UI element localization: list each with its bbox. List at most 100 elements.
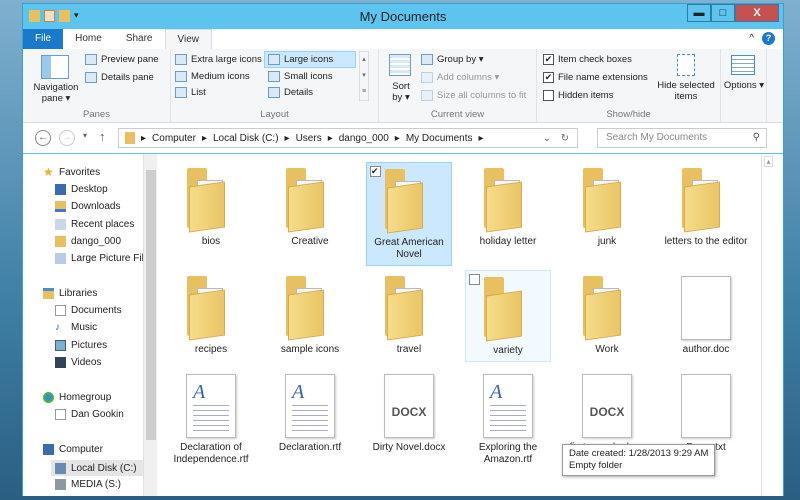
file-name-extensions-checkbox[interactable]: ✔ File name extensions: [543, 72, 648, 83]
layout-list[interactable]: List: [175, 87, 206, 98]
file-item[interactable]: travel: [366, 270, 452, 362]
recent-locations-dropdown[interactable]: ▾: [83, 131, 87, 140]
forward-button[interactable]: →: [59, 130, 75, 146]
file-item[interactable]: A Declaration.rtf: [267, 368, 353, 460]
nav-label: Homegroup: [59, 392, 112, 403]
refresh-icon[interactable]: ↻: [561, 133, 569, 144]
tooltip-date: Date created: 1/28/2013 9:29 AM: [569, 448, 709, 459]
folder-icon: [381, 274, 437, 341]
checkbox-checked[interactable]: ✔: [543, 54, 554, 65]
hidden-items-checkbox[interactable]: Hidden items: [543, 90, 613, 101]
docx-badge: DOCX: [391, 405, 427, 419]
nav-label: Desktop: [71, 184, 108, 195]
tooltip-status: Empty folder: [569, 460, 623, 471]
file-item[interactable]: Creative: [267, 162, 353, 266]
nav-label: Pictures: [71, 340, 108, 351]
file-name: holiday letter: [479, 236, 537, 247]
drive-icon: [55, 479, 66, 490]
breadcrumb-separator[interactable]: ▸: [328, 133, 333, 144]
layout-large-icons[interactable]: Large icons: [264, 51, 356, 68]
group-by-button[interactable]: Group by ▾: [421, 54, 483, 65]
breadcrumb-separator[interactable]: ▸: [395, 133, 400, 144]
file-item[interactable]: letters to the editor: [663, 162, 749, 266]
file-name: letters to the editor: [664, 236, 748, 247]
panes-group: Navigation pane ▾ Preview pane Details p…: [23, 49, 171, 123]
item-checkbox[interactable]: [469, 274, 480, 285]
size-columns-button[interactable]: Size all columns to fit: [421, 90, 526, 101]
main-scrollbar[interactable]: ▴: [761, 154, 775, 496]
tab-file[interactable]: File: [23, 29, 64, 49]
nav-scrollbar[interactable]: [143, 154, 157, 496]
blank-document-icon: [681, 374, 731, 438]
layout-details[interactable]: Details: [268, 87, 313, 98]
help-icon[interactable]: ?: [762, 32, 775, 45]
scroll-up-icon[interactable]: ▴: [764, 156, 773, 167]
address-dropdown-icon[interactable]: ⌄: [543, 133, 551, 144]
list-icon: [175, 87, 187, 98]
checkbox-label: Hidden items: [558, 90, 614, 101]
file-item[interactable]: holiday letter: [465, 162, 551, 266]
file-item[interactable]: Work: [564, 270, 650, 362]
checkbox-checked[interactable]: ✔: [543, 72, 554, 83]
add-columns-icon: [421, 72, 433, 83]
navigation-pane-button[interactable]: Navigation pane ▾: [31, 82, 81, 104]
size-columns-icon: [421, 90, 433, 101]
star-icon: ★: [43, 167, 54, 178]
title-bar: ▾ My Documents ▬ □ X: [23, 4, 783, 29]
collapse-ribbon-icon[interactable]: ^: [749, 33, 754, 44]
checkbox-unchecked[interactable]: [543, 90, 554, 101]
breadcrumb-separator[interactable]: ▸: [285, 133, 290, 144]
nav-label: Music: [71, 322, 98, 333]
layout-group-label: Layout: [260, 109, 289, 120]
maximize-button[interactable]: □: [711, 4, 735, 22]
options-button[interactable]: Options ▾: [723, 80, 765, 91]
nav-label: MEDIA (S:): [71, 479, 122, 490]
details-pane-icon: [85, 72, 97, 83]
nav-label: Videos: [71, 357, 102, 368]
minimize-button[interactable]: ▬: [687, 4, 711, 22]
breadcrumb-my-documents[interactable]: My Documents: [406, 133, 473, 144]
breadcrumb-local-disk[interactable]: Local Disk (C:): [213, 133, 279, 144]
breadcrumb-separator[interactable]: ▸: [479, 133, 484, 144]
hide-selected-button[interactable]: Hide selected items: [655, 80, 717, 102]
file-item[interactable]: author.doc: [663, 270, 749, 362]
tab-view[interactable]: View: [164, 29, 212, 49]
tab-home[interactable]: Home: [63, 29, 114, 49]
file-item[interactable]: variety: [465, 270, 551, 362]
sort-by-button[interactable]: Sort by ▾: [389, 81, 413, 103]
layout-extra-large-icons[interactable]: Extra large icons: [175, 54, 262, 65]
file-item[interactable]: DOCX Dirty Novel.docx: [366, 368, 452, 460]
file-name: author.doc: [682, 344, 730, 355]
details-pane-button[interactable]: Details pane: [85, 72, 154, 83]
layout-scroll[interactable]: ▴ ▾ ≡: [359, 51, 369, 101]
breadcrumb-users[interactable]: Users: [296, 133, 322, 144]
item-check-boxes-checkbox[interactable]: ✔ Item check boxes: [543, 54, 632, 65]
preview-pane-button[interactable]: Preview pane: [85, 54, 159, 65]
back-button[interactable]: ←: [35, 130, 51, 146]
layout-small-icons[interactable]: Small icons: [268, 71, 333, 82]
scrollbar-thumb[interactable]: [146, 170, 156, 440]
file-item[interactable]: A Declaration of Independence.rtf: [168, 368, 254, 465]
file-item[interactable]: ✔ Great American Novel: [366, 162, 452, 266]
rtf-document-icon: A: [285, 374, 335, 438]
file-item[interactable]: junk: [564, 162, 650, 266]
layout-label: Large icons: [284, 54, 334, 65]
close-button[interactable]: X: [735, 4, 779, 22]
file-item[interactable]: recipes: [168, 270, 254, 362]
item-checkbox[interactable]: ✔: [370, 166, 381, 177]
layout-label: Small icons: [284, 71, 333, 82]
breadcrumb-dango[interactable]: dango_000: [339, 133, 389, 144]
up-button[interactable]: ↑: [99, 129, 106, 144]
address-path[interactable]: ▸ Computer ▸ Local Disk (C:) ▸ Users ▸ dango…: [118, 128, 578, 148]
layout-medium-icons[interactable]: Medium icons: [175, 71, 250, 82]
breadcrumb-computer[interactable]: Computer: [152, 133, 196, 144]
file-item[interactable]: A Exploring the Amazon.rtf: [465, 368, 551, 465]
nav-local-disk[interactable]: Local Disk (C:): [51, 460, 143, 476]
breadcrumb-separator[interactable]: ▸: [141, 133, 146, 144]
add-columns-button[interactable]: Add columns ▾: [421, 72, 499, 83]
file-item[interactable]: bios: [168, 162, 254, 266]
search-input[interactable]: Search My Documents ⚲: [597, 128, 767, 148]
file-item[interactable]: sample icons: [267, 270, 353, 362]
breadcrumb-separator[interactable]: ▸: [202, 133, 207, 144]
tab-share[interactable]: Share: [114, 29, 165, 49]
